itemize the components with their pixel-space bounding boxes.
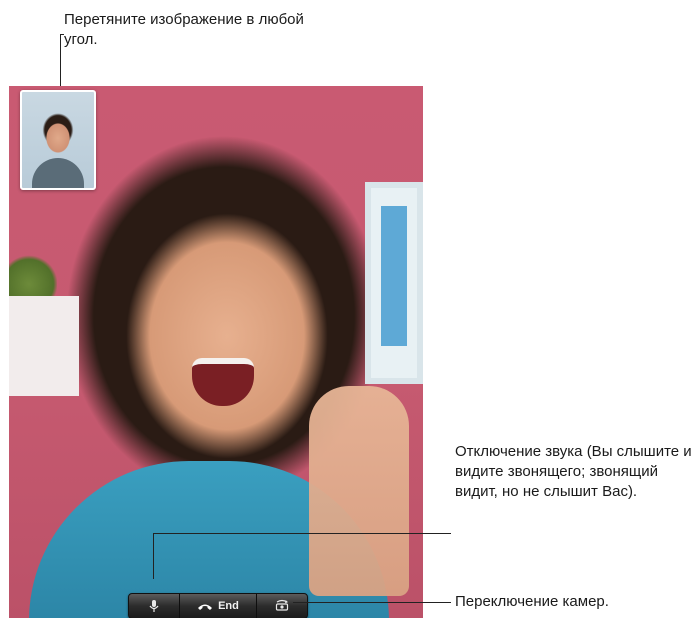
drag-hint-callout: Перетяните изображение в любой угол. xyxy=(64,11,304,48)
shelf xyxy=(9,296,79,396)
phone-hangup-icon xyxy=(198,604,213,610)
mute-button[interactable] xyxy=(129,594,181,618)
microphone-icon xyxy=(149,600,159,612)
camera-switch-icon xyxy=(275,599,288,611)
drag-hint-leader xyxy=(60,34,61,92)
caller-mouth xyxy=(192,358,254,406)
switch-camera-button[interactable] xyxy=(257,594,307,618)
call-toolbar: End xyxy=(128,593,308,618)
self-view-thumbnail[interactable] xyxy=(20,90,96,190)
mute-callout: Отключение звука (Вы слышите и видите зв… xyxy=(455,443,692,500)
mute-leader xyxy=(153,533,451,534)
switch-camera-leader xyxy=(293,602,451,603)
switch-camera-callout: Переключение камер. xyxy=(455,593,609,610)
end-call-label: End xyxy=(218,600,239,612)
caller-hand xyxy=(309,386,409,596)
wall-picture-frame xyxy=(365,182,423,384)
end-call-button[interactable]: End xyxy=(180,594,257,618)
facetime-video-screen: End xyxy=(9,86,423,618)
